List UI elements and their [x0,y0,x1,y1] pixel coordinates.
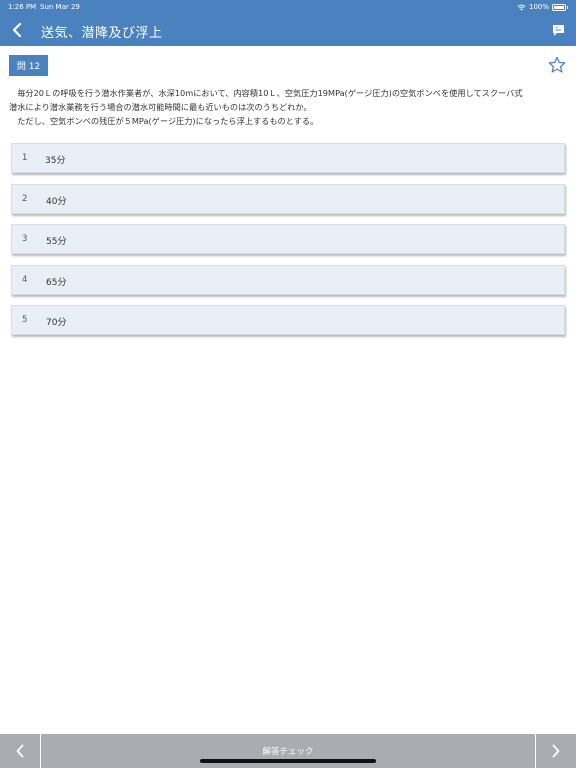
app-root: 1:26 PM Sun Mar 29 100% 送気、潜降及び浮上 問 12 毎… [0,0,576,768]
option-label: 65分 [46,277,67,288]
option-number: 1 [22,153,28,163]
previous-question-button[interactable] [0,734,41,768]
question-text: 毎分20Ｌの呼吸を行う潜水作業者が、水深10mにおいて、内容積10Ｌ、空気圧力1… [9,86,569,128]
comment-icon [552,24,564,36]
option-label: 55分 [46,237,67,247]
bottom-toolbar: 解答チェック [0,734,576,768]
page-title: 送気、潜降及び浮上 [41,26,163,41]
question-line: ただし、空気ボンベの残圧が５MPa(ゲージ圧力)になったら浮上するものとする。 [9,116,319,126]
option-label: 40分 [46,196,67,207]
option-number: 5 [22,315,28,325]
chevron-left-icon [12,23,22,37]
question-line: 潜水により潜水業務を行う場合の潜水可能時間に最も近いものは次のうちどれか。 [9,102,312,112]
battery-percent: 100% [528,3,549,11]
question-line: 毎分20Ｌの呼吸を行う潜水作業者が、水深10mにおいて、内容積10Ｌ、空気圧力1… [9,88,523,98]
status-right: 100% [517,3,568,11]
back-button[interactable] [6,19,28,41]
option-number: 2 [22,193,28,204]
home-indicator[interactable] [200,759,376,763]
chevron-left-icon [16,744,24,758]
header: 1:26 PM Sun Mar 29 100% 送気、潜降及び浮上 [0,0,576,46]
answer-option-5[interactable]: 5 70分 [11,305,565,335]
wifi-icon [517,4,526,11]
option-number: 3 [22,234,28,244]
option-label: 35分 [45,156,66,166]
status-date: Sun Mar 29 [40,3,80,11]
battery-tip [567,5,568,9]
answer-option-1[interactable]: 1 35分 [11,143,565,173]
star-icon[interactable] [548,56,566,74]
battery-icon [552,3,566,11]
option-label: 70分 [46,318,67,328]
status-bar: 1:26 PM Sun Mar 29 100% [0,0,576,14]
status-time: 1:26 PM [8,3,37,11]
option-number: 4 [22,274,28,285]
question-number-badge: 問 12 [9,55,48,76]
answer-option-3[interactable]: 3 55分 [11,224,565,254]
comment-button[interactable] [548,20,568,40]
chevron-right-icon [552,744,560,758]
answer-option-2[interactable]: 2 40分 [11,183,565,214]
nav-bar: 送気、潜降及び浮上 [0,14,576,46]
answer-options: 1 35分 2 40分 3 55分 4 65分 5 70分 [11,143,565,346]
next-question-button[interactable] [535,734,576,768]
answer-option-4[interactable]: 4 65分 [11,264,565,295]
